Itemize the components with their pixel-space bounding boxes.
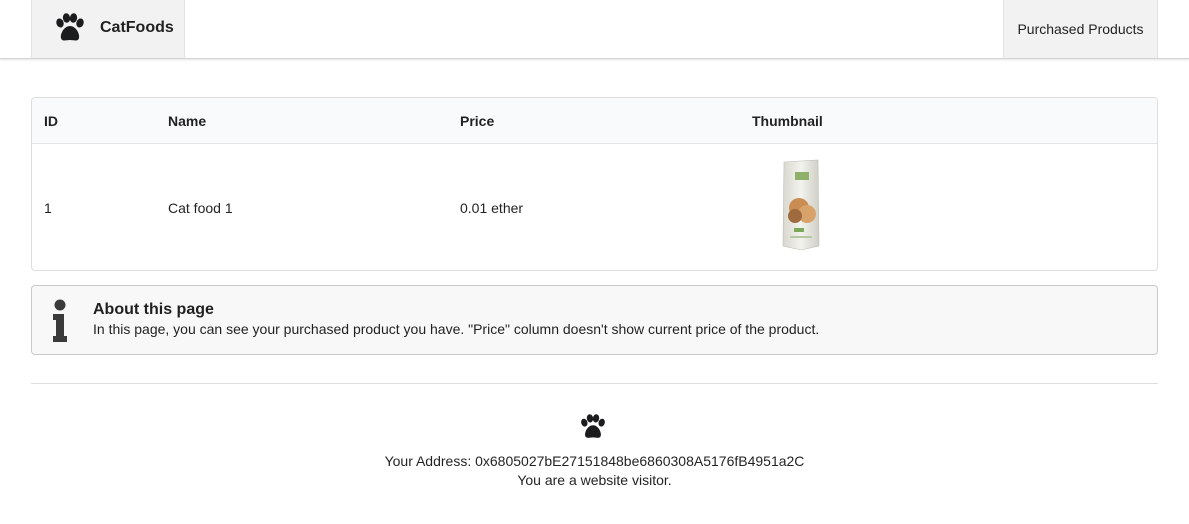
column-header-thumbnail: Thumbnail [752, 113, 823, 129]
purchased-products-table: ID Name Price Thumbnail 1 Cat food 1 0.0… [31, 97, 1158, 271]
table-header: ID Name Price Thumbnail [32, 98, 1157, 144]
product-thumbnail-image [782, 159, 820, 251]
role-line: You are a website visitor. [517, 472, 672, 488]
info-icon [53, 299, 67, 342]
message-body: In this page, you can see your purchased… [93, 321, 820, 337]
nav-purchased-products-label: Purchased Products [1017, 21, 1144, 37]
cell-id: 1 [44, 200, 52, 216]
nav-purchased-products[interactable]: Purchased Products [1003, 0, 1158, 58]
top-menu: CatFoods Purchased Products [0, 0, 1189, 59]
column-header-id: ID [44, 113, 58, 129]
cell-name: Cat food 1 [168, 200, 233, 216]
address-line: Your Address: 0x6805027bE27151848be68603… [384, 453, 805, 469]
info-message: About this page In this page, you can se… [31, 285, 1158, 355]
message-header: About this page [93, 301, 214, 318]
cell-price: 0.01 ether [460, 200, 524, 216]
brand-link[interactable]: CatFoods [31, 0, 185, 58]
footer-divider [31, 383, 1158, 384]
brand-label: CatFoods [100, 19, 174, 36]
column-header-price: Price [460, 113, 495, 129]
paw-icon [581, 414, 605, 438]
paw-icon [56, 13, 84, 41]
column-header-name: Name [168, 113, 207, 129]
